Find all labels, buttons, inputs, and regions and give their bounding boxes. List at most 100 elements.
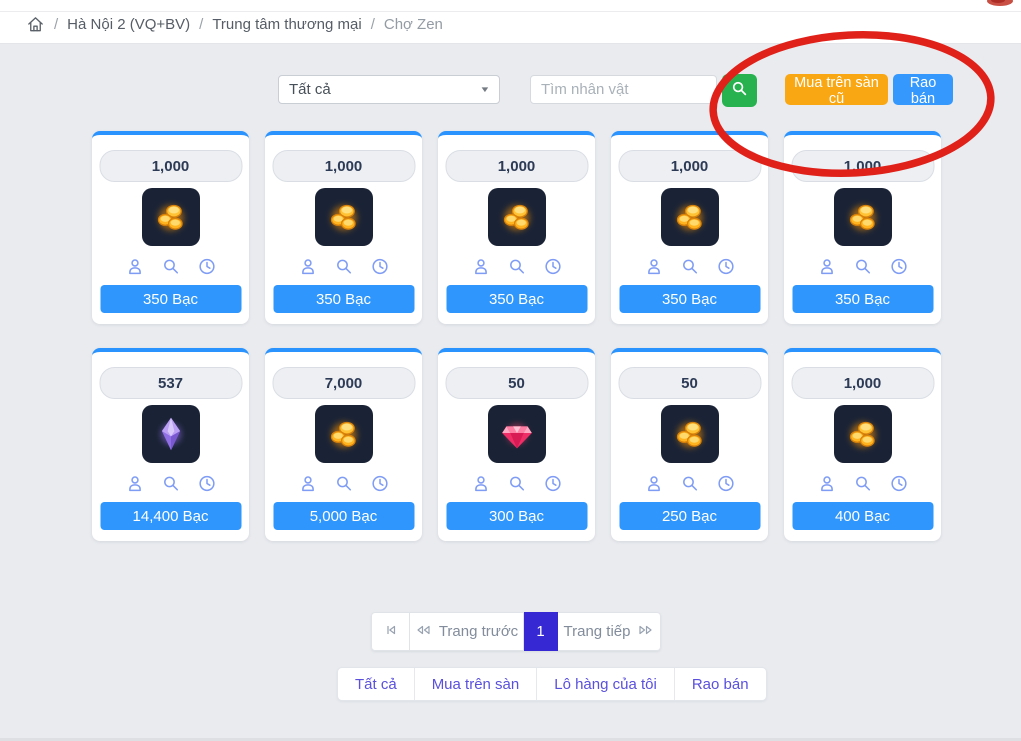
home-icon[interactable] xyxy=(26,14,45,34)
pagination-next-label: Trang tiếp xyxy=(564,623,631,640)
magnifier-icon[interactable] xyxy=(507,257,526,276)
pagination-prev-label: Trang trước xyxy=(439,623,518,640)
footer-tab-all[interactable]: Tất cả xyxy=(338,668,414,700)
gold-coins-icon xyxy=(148,194,194,240)
price-button[interactable]: 250 Bạc xyxy=(619,502,760,530)
item-image[interactable] xyxy=(661,188,719,246)
clock-icon[interactable] xyxy=(716,257,735,276)
gold-coins-icon xyxy=(840,194,886,240)
price-button[interactable]: 5,000 Bạc xyxy=(273,502,414,530)
breadcrumb-item-current: Chợ Zen xyxy=(384,16,443,33)
market-card: 1,000 xyxy=(784,131,941,324)
price-button[interactable]: 14,400 Bạc xyxy=(100,502,241,530)
clock-icon[interactable] xyxy=(716,474,735,493)
footer-tab-sell[interactable]: Rao bán xyxy=(674,668,766,700)
user-icon[interactable] xyxy=(298,257,317,276)
item-image[interactable] xyxy=(488,188,546,246)
gold-coins-icon xyxy=(321,194,367,240)
item-image[interactable] xyxy=(315,405,373,463)
clock-icon[interactable] xyxy=(543,474,562,493)
chevron-down-icon: ▼ xyxy=(479,85,490,94)
quantity-badge: 1,000 xyxy=(99,150,242,182)
price-button[interactable]: 350 Bạc xyxy=(273,285,414,313)
clock-icon[interactable] xyxy=(197,257,216,276)
magnifier-icon[interactable] xyxy=(680,257,699,276)
pagination-prev-button[interactable]: Trang trước xyxy=(410,612,524,651)
clock-icon[interactable] xyxy=(370,474,389,493)
gold-coins-icon xyxy=(667,411,713,457)
clock-icon[interactable] xyxy=(889,257,908,276)
breadcrumb-item-server[interactable]: Hà Nội 2 (VQ+BV) xyxy=(67,16,190,33)
user-icon[interactable] xyxy=(471,474,490,493)
item-image[interactable] xyxy=(834,405,892,463)
magnifier-icon[interactable] xyxy=(853,474,872,493)
price-button[interactable]: 350 Bạc xyxy=(100,285,241,313)
item-image[interactable] xyxy=(142,405,200,463)
user-icon[interactable] xyxy=(298,474,317,493)
quantity-value: 50 xyxy=(681,375,698,392)
footer-tab-buy-on-market[interactable]: Mua trên sàn xyxy=(414,668,537,700)
price-button[interactable]: 300 Bạc xyxy=(446,502,587,530)
category-filter-select[interactable]: Tất cả ▼ xyxy=(278,75,500,104)
clock-icon[interactable] xyxy=(543,257,562,276)
pagination-current-page[interactable]: 1 xyxy=(524,612,558,651)
card-actions xyxy=(644,474,735,493)
sell-button[interactable]: Rao bán xyxy=(893,74,953,105)
magnifier-icon[interactable] xyxy=(507,474,526,493)
user-icon[interactable] xyxy=(644,257,663,276)
card-actions xyxy=(125,474,216,493)
buy-old-market-button[interactable]: Mua trên sàn cũ xyxy=(785,74,888,105)
quantity-value: 1,000 xyxy=(671,158,709,175)
clock-icon[interactable] xyxy=(889,474,908,493)
clock-icon[interactable] xyxy=(370,257,389,276)
pagination-next-button[interactable]: Trang tiếp xyxy=(558,612,661,651)
double-chevron-right-icon xyxy=(637,623,654,641)
user-icon[interactable] xyxy=(817,257,836,276)
clock-icon[interactable] xyxy=(197,474,216,493)
card-row-1: 1,000 xyxy=(92,131,941,324)
search-input[interactable] xyxy=(530,75,717,104)
quantity-value: 1,000 xyxy=(844,375,882,392)
item-image[interactable] xyxy=(661,405,719,463)
user-icon[interactable] xyxy=(125,474,144,493)
quantity-badge: 1,000 xyxy=(618,150,761,182)
quantity-badge: 1,000 xyxy=(445,150,588,182)
magnifier-icon[interactable] xyxy=(334,257,353,276)
magnifier-icon[interactable] xyxy=(853,257,872,276)
pagination-first-button[interactable] xyxy=(371,612,410,651)
card-actions xyxy=(471,474,562,493)
quantity-value: 7,000 xyxy=(325,375,363,392)
price-button[interactable]: 400 Bạc xyxy=(792,502,933,530)
magnifier-icon[interactable] xyxy=(334,474,353,493)
magnifier-icon[interactable] xyxy=(161,257,180,276)
price-button[interactable]: 350 Bạc xyxy=(446,285,587,313)
breadcrumb-separator: / xyxy=(371,16,375,33)
price-button[interactable]: 350 Bạc xyxy=(619,285,760,313)
card-actions xyxy=(125,257,216,276)
item-image[interactable] xyxy=(315,188,373,246)
magnifier-icon[interactable] xyxy=(161,474,180,493)
quantity-badge: 1,000 xyxy=(791,150,934,182)
market-card: 1,000 xyxy=(611,131,768,324)
item-image[interactable] xyxy=(142,188,200,246)
card-row-2: 537 xyxy=(92,348,941,541)
magnifier-icon xyxy=(731,80,748,101)
price-button[interactable]: 350 Bạc xyxy=(792,285,933,313)
card-actions xyxy=(817,474,908,493)
magnifier-icon[interactable] xyxy=(680,474,699,493)
quantity-value: 1,000 xyxy=(325,158,363,175)
user-icon[interactable] xyxy=(125,257,144,276)
footer-tab-my-lots[interactable]: Lô hàng của tôi xyxy=(536,668,674,700)
breadcrumb-bar: / Hà Nội 2 (VQ+BV) / Trung tâm thương mạ… xyxy=(0,0,1021,44)
breadcrumb: / Hà Nội 2 (VQ+BV) / Trung tâm thương mạ… xyxy=(26,14,443,34)
user-icon[interactable] xyxy=(471,257,490,276)
category-filter-value: Tất cả xyxy=(289,81,331,98)
user-icon[interactable] xyxy=(644,474,663,493)
user-icon[interactable] xyxy=(817,474,836,493)
item-image[interactable] xyxy=(488,405,546,463)
item-image[interactable] xyxy=(834,188,892,246)
card-actions xyxy=(471,257,562,276)
breadcrumb-item-mall[interactable]: Trung tâm thương mại xyxy=(212,16,361,33)
search-button[interactable] xyxy=(722,74,757,107)
quantity-value: 537 xyxy=(158,375,183,392)
